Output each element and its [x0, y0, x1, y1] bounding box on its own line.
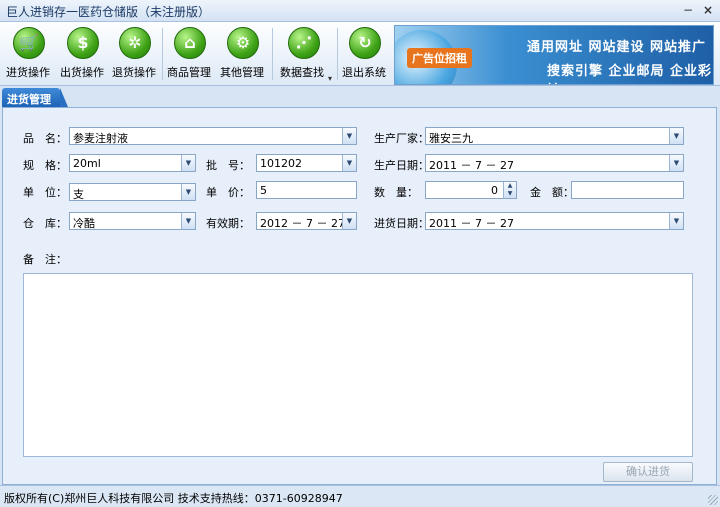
money-icon: $	[67, 27, 99, 59]
status-bar: 版权所有(C)郑州巨人科技有限公司 技术支持热线：0371-60928947	[0, 485, 720, 507]
sales-button[interactable]: $ 出货操作	[60, 25, 106, 83]
toolbar-separator	[162, 28, 163, 80]
copyright-text: 版权所有(C)郑州巨人科技有限公司 技术支持热线：0371-60928947	[4, 492, 343, 505]
batch-label: 批 号：	[206, 159, 250, 172]
ad-line-2: 搜索引擎 企业邮局 企业彩铃	[547, 64, 713, 84]
product-name-combo[interactable]: 参麦注射液 ▼	[69, 127, 357, 145]
production-date-value: 2011 － 7 － 27	[429, 159, 514, 172]
chevron-down-icon[interactable]: ▼	[342, 128, 356, 144]
ad-line-1: 通用网址 网站建设 网站推广	[527, 40, 707, 55]
minimize-button[interactable]: −	[680, 2, 696, 18]
product-name-label: 品 名：	[23, 132, 67, 145]
cart-icon: 🛒	[13, 27, 45, 59]
spec-combo[interactable]: 20ml ▼	[69, 154, 196, 172]
purchase-button[interactable]: 🛒 进货操作	[6, 25, 52, 83]
sitemap-icon: ⋰	[288, 27, 320, 59]
quantity-stepper[interactable]: 0 ▲ ▼	[425, 181, 517, 199]
data-search-label: 数据查找	[280, 66, 324, 79]
data-search-dropdown-arrow-icon[interactable]: ▾	[328, 74, 332, 83]
confirm-purchase-button[interactable]: 确认进货	[603, 462, 693, 482]
exit-button[interactable]: ↻ 退出系统	[342, 25, 388, 83]
chevron-down-icon[interactable]: ▼	[181, 213, 195, 229]
chevron-down-icon[interactable]: ▼	[342, 213, 356, 229]
expiry-value: 2012 － 7 － 27	[260, 217, 345, 230]
purchase-date-value: 2011 － 7 － 27	[429, 217, 514, 230]
sales-label: 出货操作	[60, 66, 104, 79]
other-management-button[interactable]: ⚙ 其他管理	[220, 25, 266, 83]
batch-value: 101202	[260, 157, 302, 170]
ad-badge: 广告位招租	[407, 48, 472, 68]
amount-input[interactable]	[571, 181, 684, 199]
remark-label: 备 注：	[23, 253, 67, 266]
expiry-label: 有效期：	[206, 217, 250, 230]
expiry-date-picker[interactable]: 2012 － 7 － 27 ▼	[256, 212, 357, 230]
warehouse-combo[interactable]: 冷酷 ▼	[69, 212, 196, 230]
amount-label: 金 额：	[530, 186, 574, 199]
chevron-down-icon[interactable]: ▼	[181, 155, 195, 171]
gear-icon: ⚙	[227, 27, 259, 59]
quantity-value: 0	[491, 184, 498, 197]
purchase-date-picker[interactable]: 2011 － 7 － 27 ▼	[425, 212, 684, 230]
production-date-label: 生产日期：	[374, 159, 429, 172]
return-button[interactable]: ✲ 退货操作	[112, 25, 158, 83]
chevron-down-icon[interactable]: ▼	[342, 155, 356, 171]
product-management-label: 商品管理	[167, 66, 211, 79]
chevron-down-icon[interactable]: ▼	[181, 184, 195, 200]
other-management-label: 其他管理	[220, 66, 264, 79]
price-input[interactable]: 5	[256, 181, 357, 199]
home-icon: ⌂	[174, 27, 206, 59]
toolbar-separator	[272, 28, 273, 80]
batch-combo[interactable]: 101202 ▼	[256, 154, 357, 172]
chevron-down-icon[interactable]: ▼	[669, 213, 683, 229]
toolbar-separator	[337, 28, 338, 80]
quantity-label: 数 量：	[374, 186, 418, 199]
warehouse-value: 冷酷	[73, 217, 95, 230]
production-date-picker[interactable]: 2011 － 7 － 27 ▼	[425, 154, 684, 172]
return-icon: ✲	[119, 27, 151, 59]
spec-label: 规 格：	[23, 159, 67, 172]
purchase-date-label: 进货日期：	[374, 217, 429, 230]
exit-label: 退出系统	[342, 66, 386, 79]
price-label: 单 价：	[206, 186, 250, 199]
product-management-button[interactable]: ⌂ 商品管理	[167, 25, 213, 83]
manufacturer-combo[interactable]: 雅安三九 ▼	[425, 127, 684, 145]
spin-arrows-icon[interactable]: ▲ ▼	[503, 182, 516, 198]
chevron-down-icon[interactable]: ▼	[669, 155, 683, 171]
manufacturer-label: 生产厂家：	[374, 132, 429, 145]
return-label: 退货操作	[112, 66, 156, 79]
window-title: 巨人进销存一医药仓储版（未注册版）	[6, 5, 211, 19]
tab-purchase-management[interactable]: 进货管理	[2, 88, 68, 107]
exit-icon: ↻	[349, 27, 381, 59]
close-button[interactable]: ×	[700, 2, 716, 18]
chevron-down-icon[interactable]: ▼	[669, 128, 683, 144]
unit-combo[interactable]: 支 ▼	[69, 183, 196, 201]
ad-banner[interactable]: 广告位招租 通用网址 网站建设 网站推广 搜索引擎 企业邮局 企业彩铃	[394, 25, 714, 85]
resize-grip-icon[interactable]	[708, 495, 718, 505]
unit-value: 支	[73, 188, 84, 201]
title-bar: 巨人进销存一医药仓储版（未注册版） − ×	[0, 0, 720, 22]
warehouse-label: 仓 库：	[23, 217, 67, 230]
manufacturer-value: 雅安三九	[429, 132, 473, 145]
data-search-button[interactable]: ⋰ 数据查找	[280, 25, 328, 83]
unit-label: 单 位：	[23, 186, 67, 199]
spec-value: 20ml	[73, 157, 101, 170]
remark-textarea[interactable]	[23, 273, 693, 457]
product-name-value: 参麦注射液	[73, 132, 128, 145]
purchase-label: 进货操作	[6, 66, 50, 79]
